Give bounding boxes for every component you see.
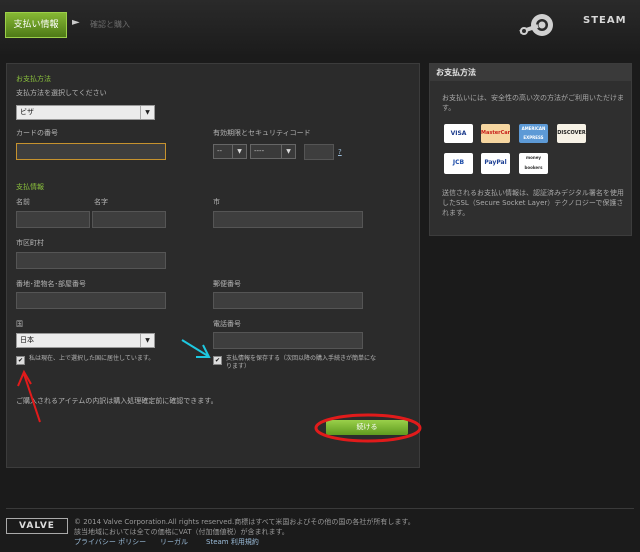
country-select[interactable]: 日本 ▼ — [16, 333, 155, 348]
footer-divider — [6, 508, 634, 509]
privacy-policy-link[interactable]: プライバシー ポリシー — [74, 537, 146, 547]
expiry-year-value: ---- — [254, 147, 265, 155]
address-label: 番地･建物名･部屋番号 — [16, 280, 86, 288]
ward-label: 市区町村 — [16, 239, 44, 247]
footer-copyright: © 2014 Valve Corporation.All rights rese… — [74, 518, 415, 526]
sidebar-title: お支払方法 — [430, 64, 631, 81]
save-payment-checkbox-label: 支払情報を保存する（次回以降の購入手続きが簡単になります） — [226, 355, 377, 370]
mastercard-icon: MasterCard — [481, 124, 510, 143]
last-name-label: 名字 — [94, 198, 108, 206]
residence-checkbox[interactable]: ✔ — [16, 356, 25, 365]
sidebar-secure-note: 送信されるお支払い情報は、認証済みデジタル署名を使用したSSL（Secure S… — [442, 189, 624, 217]
country-value: 日本 — [20, 336, 34, 344]
expiry-month-select[interactable]: -- ▼ — [213, 144, 247, 159]
expiry-security-label: 有効期限とセキュリティコード — [213, 129, 311, 137]
payment-form-panel: お支払方法 支払方法を選択してください ビザ ▼ カードの番号 有効期限とセキュ… — [6, 63, 420, 468]
address-input[interactable] — [16, 292, 166, 309]
step-payment-info: 支払い情報 — [5, 12, 67, 38]
billing-info-heading: 支払情報 — [16, 183, 44, 191]
save-payment-checkbox[interactable]: ✔ — [213, 356, 222, 365]
paypal-icon: PayPal — [481, 153, 510, 174]
ward-input[interactable] — [16, 252, 166, 269]
expiry-month-value: -- — [217, 147, 223, 155]
chevron-down-icon: ▼ — [140, 334, 154, 347]
card-number-label: カードの番号 — [16, 129, 58, 137]
footer-tax-note: 該当地域においては全ての価格にVAT（付加価値税）が含まれます。 — [74, 528, 289, 536]
legal-link[interactable]: リーガル — [160, 537, 188, 547]
page-header: 支払い情報 ► 確認と購入 STEAM — [0, 0, 640, 54]
step-review-purchase: 確認と購入 — [90, 20, 130, 29]
first-name-label: 名前 — [16, 198, 30, 206]
security-code-input[interactable] — [304, 144, 334, 160]
residence-checkbox-label: 私は現在、上で選択した国に居住しています。 — [29, 355, 155, 362]
jcb-card-icon: JCB — [444, 153, 473, 174]
postal-code-input[interactable] — [213, 292, 363, 309]
city-label: 市 — [213, 198, 220, 206]
payment-info-sidebar: お支払方法 お支払いには、安全性の高い次の方法がご利用いただけます。 VISA … — [429, 63, 632, 236]
last-name-input[interactable] — [92, 211, 166, 228]
amex-card-icon: AMERICAN EXPRESS — [519, 124, 548, 143]
sidebar-intro: お支払いには、安全性の高い次の方法がご利用いただけます。 — [442, 94, 624, 112]
security-code-help-link[interactable]: ? — [338, 148, 342, 156]
steam-wordmark: STEAM — [583, 15, 627, 26]
country-label: 国 — [16, 320, 23, 328]
visa-card-icon: VISA — [444, 124, 473, 143]
moneybookers-icon: money bookers — [519, 153, 548, 174]
expiry-year-select[interactable]: ---- ▼ — [250, 144, 296, 159]
phone-label: 電話番号 — [213, 320, 241, 328]
first-name-input[interactable] — [16, 211, 90, 228]
phone-input[interactable] — [213, 332, 363, 349]
payment-method-value: ビザ — [20, 108, 34, 116]
payment-method-heading: お支払方法 — [16, 75, 51, 83]
payment-method-prompt: 支払方法を選択してください — [16, 89, 107, 97]
continue-button[interactable]: 続ける — [326, 420, 408, 435]
chevron-down-icon: ▼ — [140, 106, 154, 119]
chevron-down-icon: ▼ — [281, 145, 295, 158]
confirm-note: ご購入されるアイテムの内訳は購入処理確定前に確認できます。 — [16, 397, 218, 405]
steam-terms-link[interactable]: Steam 利用規約 — [206, 537, 259, 547]
card-number-input[interactable] — [16, 143, 166, 160]
postal-code-label: 郵便番号 — [213, 280, 241, 288]
city-input[interactable] — [213, 211, 363, 228]
payment-method-select[interactable]: ビザ ▼ — [16, 105, 155, 120]
step-arrow-icon: ► — [72, 17, 80, 28]
chevron-down-icon: ▼ — [232, 145, 246, 158]
discover-card-icon: DISCOVER — [557, 124, 586, 143]
valve-logo: VALVE — [6, 518, 68, 534]
